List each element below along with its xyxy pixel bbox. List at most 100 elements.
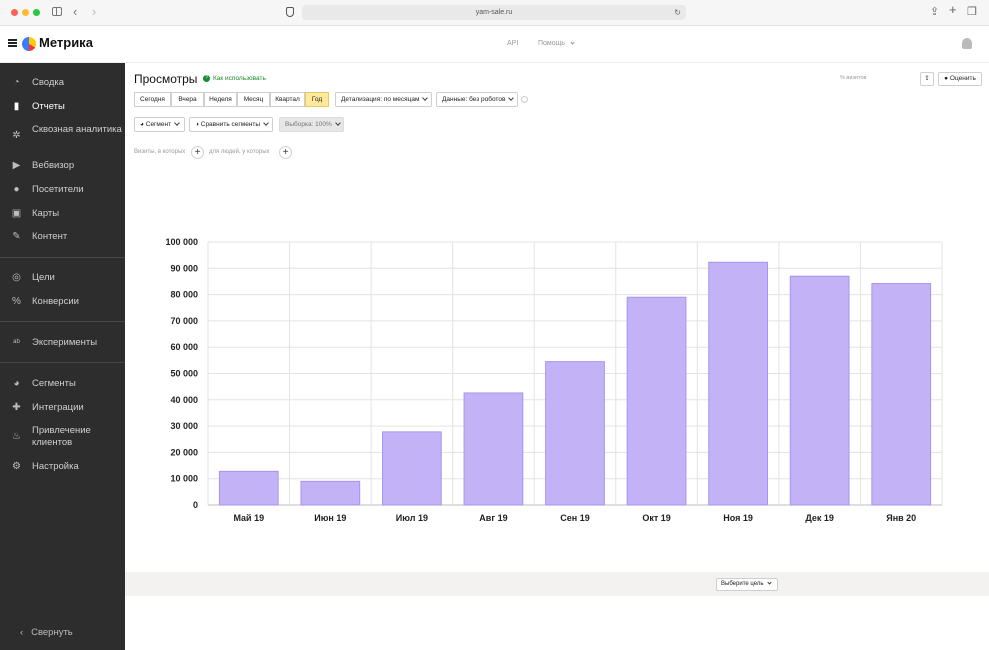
forward-icon[interactable]: ›: [92, 4, 96, 20]
period-yesterday[interactable]: Вчера: [171, 92, 204, 107]
tabs-overview-icon[interactable]: ❐: [967, 5, 977, 19]
map-icon: ▣: [11, 208, 22, 219]
chevron-down-icon: [174, 120, 180, 126]
chart-bar[interactable]: [545, 361, 605, 506]
period-quarter[interactable]: Квартал: [270, 92, 305, 107]
compare-label: Сравнить сегменты: [200, 121, 261, 128]
help-menu[interactable]: Помощь: [538, 40, 575, 47]
reports-icon: ▮: [13, 101, 20, 112]
pencil-icon: ✎: [12, 231, 21, 242]
end-to-end-icon: ✲: [12, 130, 21, 141]
minimize-window-button[interactable]: [22, 9, 29, 16]
metrika-logo-icon: [22, 37, 36, 51]
page-title: Просмотры: [134, 72, 198, 86]
detail-dropdown[interactable]: Детализация: по месяцам: [335, 92, 432, 107]
rate-label: Оценить: [949, 75, 976, 82]
sample-dropdown[interactable]: Выборка: 100%: [279, 117, 344, 132]
data-filter-label: Данные: без роботов: [442, 96, 506, 103]
goal-select-label: Выберите цель: [721, 581, 764, 587]
sidebar-toggle-icon[interactable]: [52, 7, 62, 16]
help-label: Помощь: [538, 40, 566, 47]
goal-select-dropdown[interactable]: Выберите цель: [716, 578, 778, 591]
segment-label: Сегмент: [145, 121, 172, 128]
sidebar-divider: [0, 321, 125, 322]
y-tick-label: 70 000: [170, 316, 198, 326]
percent-icon: %: [12, 296, 21, 307]
sidebar-item-label: Посетители: [32, 184, 84, 195]
address-bar[interactable]: yam-sale.ru ↻: [302, 5, 686, 20]
user-icon: ●: [13, 184, 20, 195]
period-year[interactable]: Год: [305, 92, 329, 107]
sidebar-item-label: Конверсии: [32, 296, 79, 307]
chart-bar[interactable]: [708, 261, 768, 506]
chart-bar[interactable]: [463, 392, 524, 506]
x-tick-label: Май 19: [233, 513, 264, 523]
info-icon[interactable]: [521, 96, 528, 103]
dashboard-icon: ◔: [13, 77, 20, 88]
how-to-use-link[interactable]: ? Как использовать: [203, 75, 266, 82]
y-tick-label: 100 000: [165, 237, 198, 247]
url-text: yam-sale.ru: [475, 9, 513, 16]
x-tick-label: Дек 19: [805, 513, 834, 523]
back-icon[interactable]: ‹: [73, 4, 77, 20]
chart-bar[interactable]: [626, 296, 687, 506]
chevron-down-icon: [334, 120, 341, 126]
chevron-down-icon: [422, 95, 429, 101]
y-tick-label: 90 000: [170, 263, 198, 273]
play-icon: ▶: [12, 160, 21, 171]
sidebar-divider: [0, 257, 125, 258]
y-tick-label: 20 000: [170, 447, 198, 457]
x-tick-label: Июн 19: [314, 513, 346, 523]
rate-button[interactable]: ● Оценить: [938, 72, 982, 86]
maximize-window-button[interactable]: [33, 9, 40, 16]
data-filter-dropdown[interactable]: Данные: без роботов: [436, 92, 518, 107]
collapse-sidebar-button[interactable]: ‹ Свернуть: [20, 627, 73, 638]
how-to-use-label: Как использовать: [213, 75, 266, 82]
chart-bar[interactable]: [218, 470, 279, 506]
segment-dropdown[interactable]: ◕ Сегмент: [134, 117, 185, 132]
target-icon: ◎: [12, 272, 21, 283]
visits-filter-label: Визиты, в которых: [134, 149, 186, 155]
x-tick-label: Сен 19: [560, 513, 589, 523]
chevron-down-icon: [570, 40, 575, 45]
y-tick-label: 30 000: [170, 421, 198, 431]
flame-icon: ♨: [12, 431, 21, 442]
period-today[interactable]: Сегодня: [134, 92, 171, 107]
chart-bar[interactable]: [789, 275, 850, 506]
y-tick-label: 0: [193, 500, 198, 510]
close-window-button[interactable]: [11, 9, 18, 16]
export-icon: ⇪: [924, 75, 930, 82]
sample-label: Выборка: 100%: [285, 121, 332, 128]
notifications-bell-icon[interactable]: [962, 38, 972, 49]
sidebar-item-label: Эксперименты: [32, 337, 98, 348]
x-tick-label: Ноя 19: [723, 513, 753, 523]
chart-bar[interactable]: [300, 480, 361, 506]
share-icon[interactable]: ⇪: [930, 5, 939, 19]
chevron-down-icon: [508, 95, 515, 101]
menu-icon[interactable]: [8, 39, 17, 47]
sidebar-item-label: Сводка: [32, 77, 65, 88]
period-month[interactable]: Месяц: [237, 92, 270, 107]
app-header: Метрика API Помощь: [0, 26, 989, 63]
compare-segments-dropdown[interactable]: ◑ Сравнить сегменты: [189, 117, 273, 132]
add-visits-filter-button[interactable]: +: [191, 146, 204, 159]
question-icon: ?: [203, 75, 210, 82]
sidebar-item-label: Цели: [32, 272, 55, 283]
app-logo[interactable]: Метрика: [39, 35, 93, 50]
reload-icon[interactable]: ↻: [674, 5, 681, 20]
sidebar-item-label: Привлечение клиентов: [32, 425, 91, 448]
api-link[interactable]: API: [507, 40, 518, 47]
sidebar-item-label: Отчеты: [32, 101, 65, 112]
new-tab-icon[interactable]: +: [949, 3, 957, 17]
privacy-shield-icon[interactable]: [286, 7, 294, 17]
export-button[interactable]: ⇪: [920, 72, 934, 86]
chart-bar[interactable]: [871, 283, 932, 506]
collapse-label: Свернуть: [31, 627, 73, 638]
chevron-left-icon: ‹: [20, 627, 24, 638]
add-people-filter-button[interactable]: +: [279, 146, 292, 159]
y-tick-label: 50 000: [170, 369, 198, 379]
sidebar-item-label: Сегменты: [32, 378, 76, 389]
period-week[interactable]: Неделя: [204, 92, 237, 107]
chart-bar[interactable]: [382, 431, 442, 506]
x-tick-label: Июл 19: [396, 513, 428, 523]
